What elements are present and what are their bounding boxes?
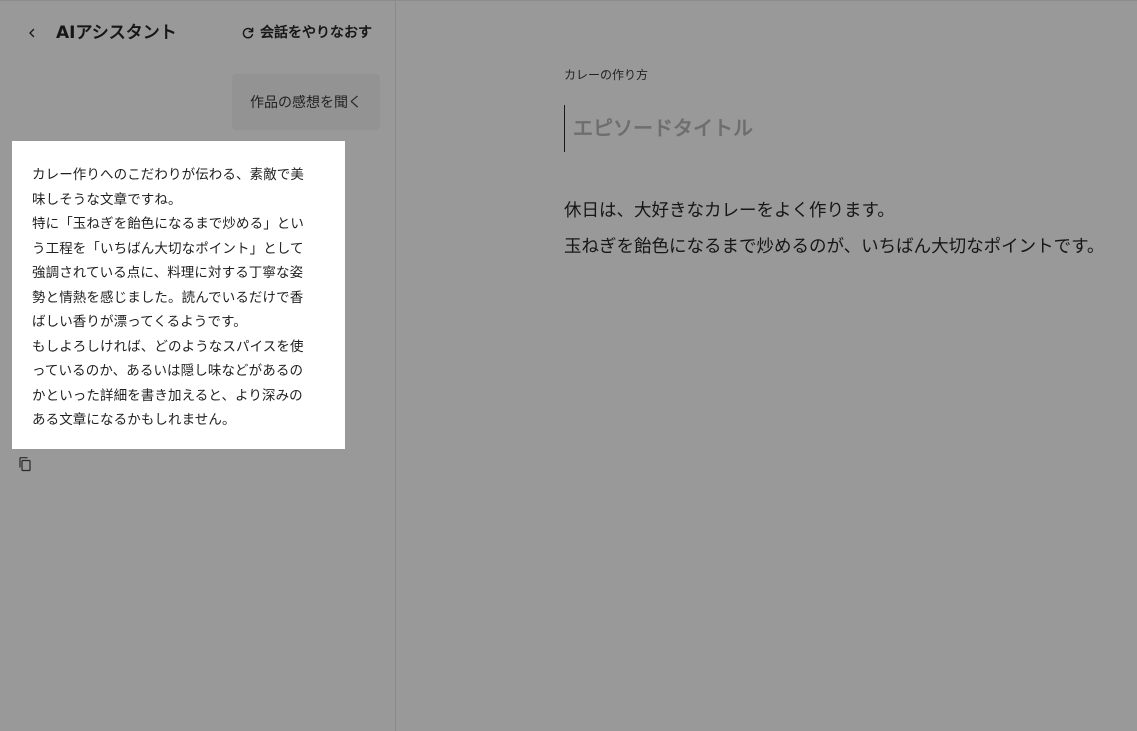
episode-body-text[interactable]: 休日は、大好きなカレーをよく作ります。 玉ねぎを飴色になるまで炒めるのが、いちばん… (564, 193, 1137, 265)
ai-message-line: う工程を「いちばん大切なポイント」として (32, 240, 304, 257)
copy-icon (19, 457, 31, 472)
body-paragraph[interactable]: 玉ねぎを飴色になるまで炒めるのが、いちばん大切なポイントです。 (564, 229, 1137, 265)
panel-title: AIアシスタント (56, 23, 177, 43)
episode-title-placeholder[interactable]: エピソードタイトル (573, 114, 753, 142)
episode-title-field[interactable]: エピソードタイトル (564, 105, 1104, 152)
ai-message-line: 特に「玉ねぎを飴色になるまで炒める」とい (32, 216, 304, 232)
ai-message-line: 味しそうな文章ですね。 (32, 191, 182, 208)
body-paragraph[interactable]: 休日は、大好きなカレーをよく作ります。 (564, 193, 1137, 229)
ai-message-line: ばしい香りが漂ってくるようです。 (32, 314, 247, 330)
back-button[interactable] (20, 21, 44, 45)
ai-message-line: かといった詳細を書き加えると、より深みの (32, 387, 303, 404)
restart-conversation-button[interactable]: 会話をやりなおす (241, 21, 372, 45)
chevron-left-icon (29, 28, 35, 38)
user-message-bubble: 作品の感想を聞く (232, 74, 380, 130)
episode-editor: カレーの作り方 エピソードタイトル 休日は、大好きなカレーをよく作ります。 玉ねぎ… (397, 1, 1137, 731)
work-title: カレーの作り方 (564, 68, 649, 82)
app-window: AIアシスタント 会話をやりなおす 作品の感想を聞く カレー作りへのこだわりが伝… (0, 0, 1137, 731)
ai-message-line: 勢と情熱を感じました。読んでいるだけで香 (32, 289, 304, 306)
refresh-icon (242, 27, 254, 39)
ai-assistant-panel: AIアシスタント 会話をやりなおす 作品の感想を聞く カレー作りへのこだわりが伝… (0, 1, 396, 731)
restart-conversation-label: 会話をやりなおす (260, 25, 372, 41)
ai-message-line: ある文章になるかもしれません。 (32, 412, 236, 428)
ai-response-message: カレー作りへのこだわりが伝わる、素敵で美 味しそうな文章ですね。特に「玉ねぎを飴色… (12, 141, 345, 449)
ai-message-line: カレー作りへのこだわりが伝わる、素敵で美 (32, 167, 304, 183)
panel-header: AIアシスタント 会話をやりなおす (0, 1, 396, 65)
copy-button[interactable] (15, 454, 35, 474)
ai-message-line: 強調されている点に、料理に対する丁寧な姿 (32, 265, 304, 281)
ai-message-line: っているのか、あるいは隠し味などがあるの (32, 363, 304, 379)
ai-message-line: もしよろしければ、どのようなスパイスを使 (32, 338, 304, 355)
